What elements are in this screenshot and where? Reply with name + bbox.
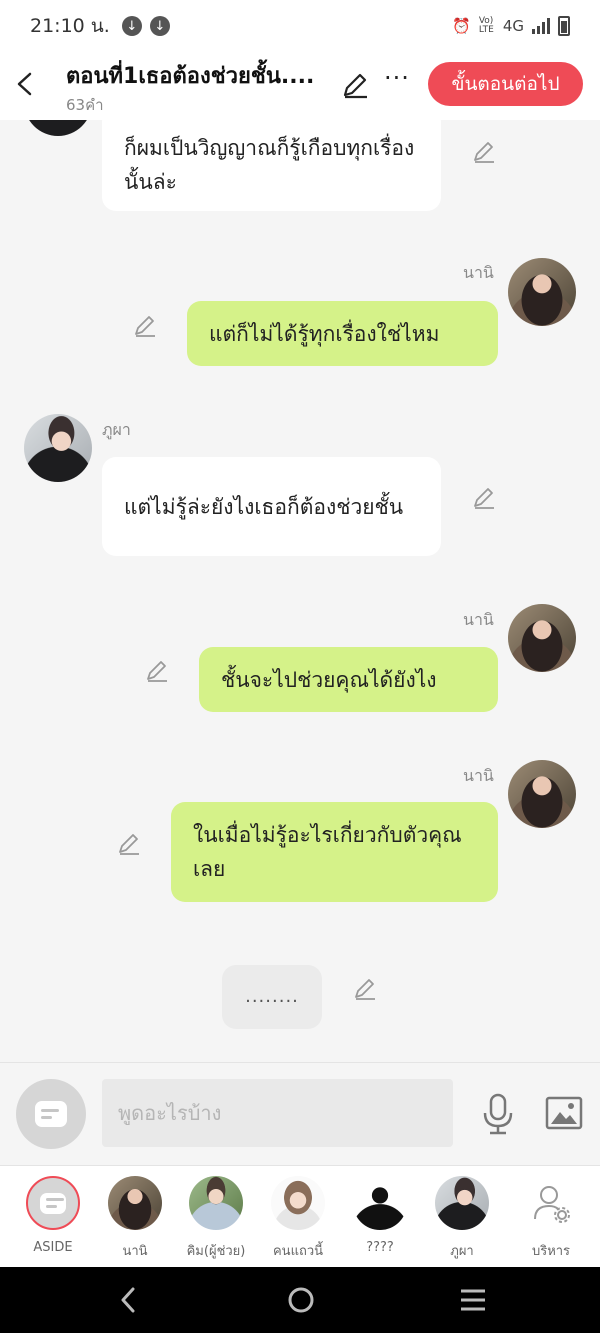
avatar [508, 760, 576, 828]
character-local[interactable]: คนแถวนี้ [263, 1176, 333, 1261]
character-manage[interactable]: บริหาร [516, 1176, 586, 1261]
sender-name: นานิ [463, 610, 494, 629]
more-options-button[interactable]: ··· [384, 64, 410, 92]
download-icon: ↓ [149, 16, 170, 36]
character-nani[interactable]: นานิ [100, 1176, 170, 1261]
back-button[interactable] [10, 66, 40, 102]
aside-text: ........ [245, 986, 299, 1007]
chat-bubble-icon [26, 1176, 80, 1230]
avatar [508, 604, 576, 672]
sender-name: นานิ [463, 263, 494, 282]
avatar [508, 258, 576, 326]
chat-area[interactable]: ก็ผมเป็นวิญญาณก็รู้เกือบทุกเรื่องนั้นล่ะ… [0, 120, 600, 1062]
chevron-left-icon [17, 72, 32, 96]
alarm-icon: ⏰ [452, 17, 471, 35]
character-kim[interactable]: คิม(ผู้ช่วย) [181, 1176, 251, 1261]
status-bar: 21:10 น. ↓ ↓ ⏰ Vo) LTE 4G [0, 0, 600, 52]
message-text: แต่ไม่รู้ล่ะยังไงเธอก็ต้องช่วยชั้น [124, 494, 404, 519]
edit-message-icon[interactable] [144, 658, 170, 684]
nav-recents-icon[interactable] [457, 1283, 489, 1317]
aside-bubble[interactable]: ........ [222, 965, 322, 1029]
character-label: คนแถวนี้ [272, 1244, 324, 1259]
message-bubble[interactable]: ในเมื่อไม่รู้อะไรเกี่ยวกับตัวคุณเลย [171, 802, 498, 902]
chapter-title: ตอนที่1เธอต้องช่วยชั้น.... [66, 64, 315, 89]
avatar [24, 120, 92, 136]
image-icon [545, 1096, 583, 1130]
message-bubble[interactable]: แต่ก็ไม่ได้รู้ทุกเรื่องใช่ไหม [187, 301, 498, 366]
microphone-icon [483, 1093, 513, 1135]
sender-name: นานิ [463, 766, 494, 785]
message-text: ก็ผมเป็นวิญญาณก็รู้เกือบทุกเรื่องนั้นล่ะ [124, 135, 415, 194]
character-bar: ASIDE นานิ คิม(ผู้ช่วย) คนแถวนี้ ???? ภู… [0, 1165, 600, 1267]
edit-message-icon[interactable] [471, 139, 497, 165]
avatar [271, 1176, 325, 1230]
status-icons: ⏰ Vo) LTE 4G [452, 16, 570, 36]
volte-icon: Vo) LTE [478, 16, 494, 35]
word-count: 63คำ [66, 96, 104, 114]
image-button[interactable] [544, 1093, 584, 1133]
character-label: ASIDE [33, 1240, 73, 1255]
compose-area [0, 1062, 600, 1165]
signal-icon [532, 18, 550, 34]
aside-toggle-button[interactable] [16, 1079, 86, 1149]
character-aside[interactable]: ASIDE [18, 1176, 88, 1255]
character-label: ???? [366, 1240, 394, 1255]
edit-title-button[interactable] [340, 70, 370, 100]
character-label: บริหาร [531, 1244, 571, 1259]
message-input[interactable] [102, 1079, 453, 1147]
character-label: นานิ [122, 1244, 148, 1259]
character-phupha[interactable]: ภูผา [427, 1176, 497, 1261]
battery-icon [558, 16, 570, 36]
avatar [24, 414, 92, 482]
sender-name: ภูผา [102, 420, 131, 439]
message-bubble[interactable]: แต่ไม่รู้ล่ะยังไงเธอก็ต้องช่วยชั้น [102, 457, 441, 556]
network-type: 4G [502, 17, 524, 35]
avatar [435, 1176, 489, 1230]
message-bubble[interactable]: ชั้นจะไปช่วยคุณได้ยังไง [199, 647, 498, 712]
next-step-button[interactable]: ขั้นตอนต่อไป [428, 62, 583, 106]
system-nav-bar [0, 1267, 600, 1333]
chapter-header: ตอนที่1เธอต้องช่วยชั้น.... 63คำ ··· ขั้น… [0, 52, 600, 120]
avatar [189, 1176, 243, 1230]
pencil-icon [343, 73, 367, 99]
nav-home-icon[interactable] [285, 1283, 317, 1317]
message-bubble[interactable]: ก็ผมเป็นวิญญาณก็รู้เกือบทุกเรื่องนั้นล่ะ [102, 120, 441, 211]
character-label: คิม(ผู้ช่วย) [186, 1244, 246, 1259]
message-text: แต่ก็ไม่ได้รู้ทุกเรื่องใช่ไหม [209, 321, 440, 346]
status-time: 21:10 น. [30, 15, 110, 37]
chat-bubble-icon [35, 1101, 67, 1127]
microphone-button[interactable] [480, 1091, 516, 1137]
avatar [353, 1176, 407, 1230]
character-label: ภูผา [450, 1244, 474, 1259]
edit-message-icon[interactable] [352, 976, 378, 1002]
edit-message-icon[interactable] [132, 313, 158, 339]
character-unknown[interactable]: ???? [345, 1176, 415, 1255]
message-text: ในเมื่อไม่รู้อะไรเกี่ยวกับตัวคุณเลย [193, 823, 462, 881]
download-icon: ↓ [121, 16, 142, 36]
edit-message-icon[interactable] [471, 485, 497, 511]
edit-message-icon[interactable] [116, 831, 142, 857]
avatar [108, 1176, 162, 1230]
message-text: ชั้นจะไปช่วยคุณได้ยังไง [221, 667, 437, 692]
manage-user-icon [524, 1176, 578, 1230]
nav-back-icon[interactable] [115, 1283, 141, 1317]
